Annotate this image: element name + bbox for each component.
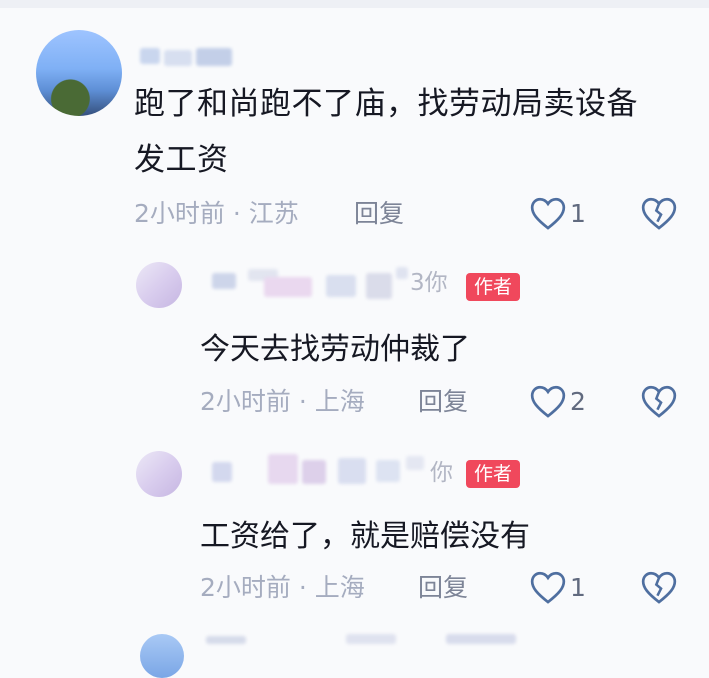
reply-time: 2小时前 (200, 387, 291, 416)
reply-text: 工资给了，就是赔偿没有 (200, 519, 530, 554)
reply-username[interactable] (206, 265, 424, 309)
heart-outline-icon[interactable] (529, 195, 567, 231)
reply-reply-button[interactable]: 回复 (418, 387, 468, 417)
reply-location: 上海 (314, 573, 365, 602)
comment-location: 江苏 (248, 199, 299, 228)
reply-meta: 2小时前 · 上海 (200, 387, 365, 417)
heart-outline-icon[interactable] (529, 383, 567, 419)
reply-username-tail: 你 (430, 460, 453, 486)
reply-time: 2小时前 (200, 573, 291, 602)
reply-meta: 2小时前 · 上海 (200, 573, 365, 603)
broken-heart-icon[interactable] (640, 383, 678, 419)
comment-text-line1: 跑了和尚跑不了庙，找劳动局卖设备 (134, 86, 638, 122)
reply-text: 今天去找劳动仲裁了 (200, 332, 470, 367)
comment-like-count: 1 (570, 199, 586, 228)
reply-like-count: 2 (570, 387, 586, 416)
comment-text-line2: 发工资 (134, 142, 229, 178)
reply-avatar[interactable] (136, 451, 182, 497)
broken-heart-icon[interactable] (640, 569, 678, 605)
broken-heart-icon[interactable] (640, 195, 678, 231)
author-badge: 作者 (466, 273, 521, 301)
comment-meta: 2小时前 · 江苏 (134, 199, 299, 229)
top-divider (0, 0, 709, 8)
reply-avatar[interactable] (140, 634, 184, 678)
comment-text: 跑了和尚跑不了庙，找劳动局卖设备 发工资 (134, 76, 674, 188)
reply-username[interactable] (206, 452, 432, 496)
reply-avatar[interactable] (136, 262, 182, 308)
meta-separator: · (298, 573, 315, 602)
reply-reply-button[interactable]: 回复 (418, 573, 468, 603)
meta-separator: · (298, 387, 315, 416)
commenter-name[interactable] (140, 44, 240, 68)
reply-username-tail: 3你 (410, 270, 448, 296)
comment-time: 2小时前 (134, 199, 225, 228)
reply-location: 上海 (314, 387, 365, 416)
comment-reply-button[interactable]: 回复 (354, 199, 404, 229)
reply-like-count: 1 (570, 573, 586, 602)
heart-outline-icon[interactable] (529, 569, 567, 605)
meta-separator: · (232, 199, 249, 228)
author-badge: 作者 (466, 460, 521, 488)
commenter-avatar[interactable] (36, 30, 122, 116)
